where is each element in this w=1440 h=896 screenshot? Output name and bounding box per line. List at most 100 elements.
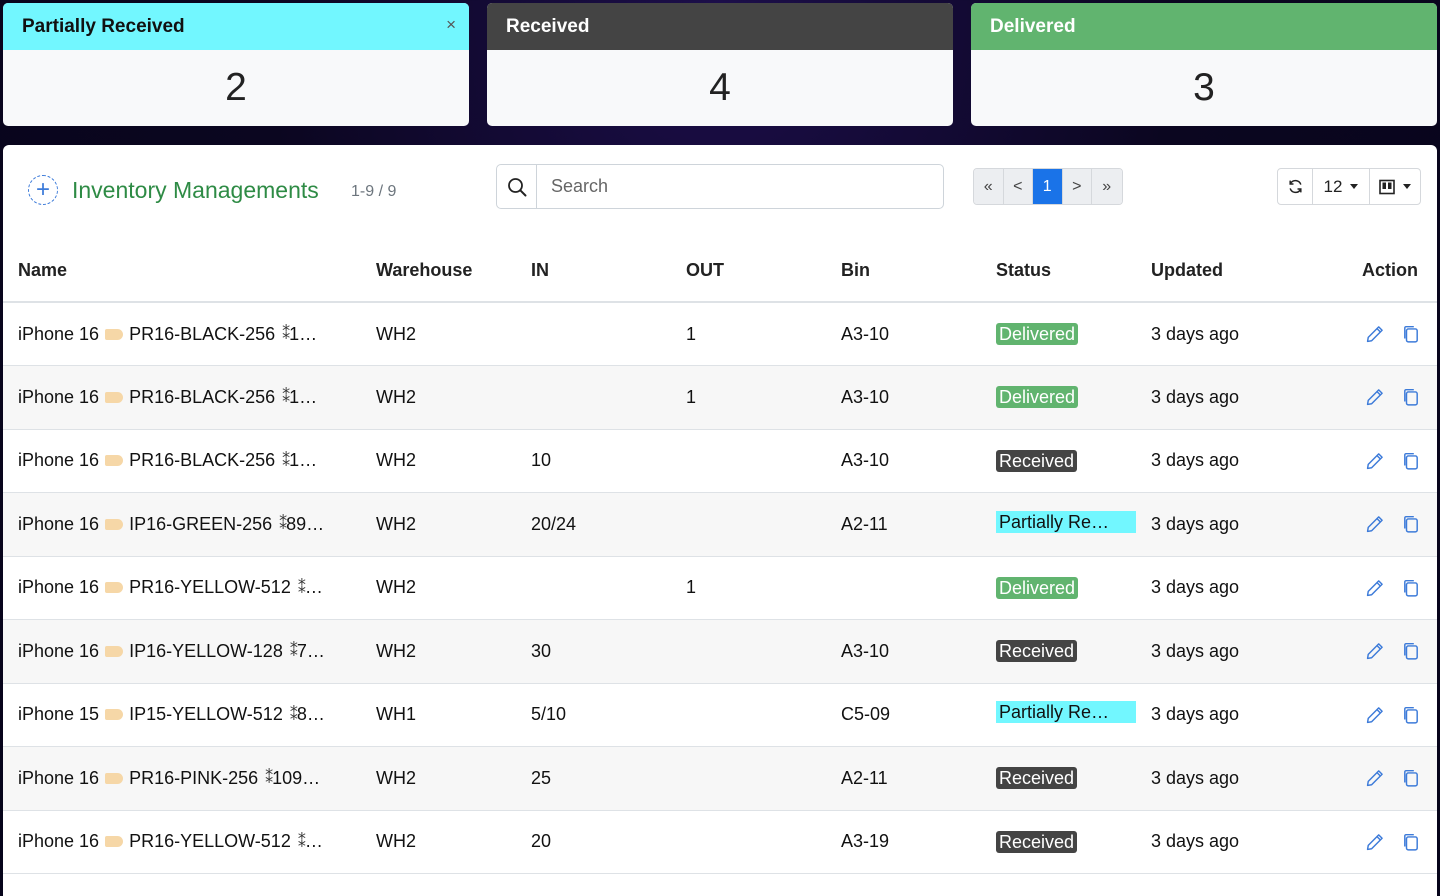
product-sku: PR16-PINK-256	[129, 767, 259, 788]
updated-cell: 3 days ago	[1136, 619, 1286, 684]
pencil-icon[interactable]	[1366, 579, 1384, 597]
table-tools: 12	[1277, 168, 1421, 205]
chevron-down-icon	[1350, 184, 1359, 189]
out-cell	[671, 429, 826, 493]
table-row[interactable]: iPhone 16 PR16-PINK-256 ⁑ 109… WH2 25 A2-11 Rec…	[3, 746, 1437, 811]
partially-received-card-header: Partially Received ×	[3, 3, 469, 50]
table-row[interactable]: iPhone 16 IP16-YELLOW-128 ⁑ 7… WH2 30 A3-10 Rec…	[3, 619, 1437, 684]
barcode-icon: ⁑	[289, 706, 298, 724]
product-code: 89…	[286, 513, 325, 534]
table-row[interactable]: iPhone 16 PR16-YELLOW-512 ⁑… WH2 1 Delivered 3…	[3, 556, 1437, 620]
table-row[interactable]: iPhone 16 PR16-YELLOW-512 ⁑… WH2 20 A3-19 Rece…	[3, 810, 1437, 874]
tag-icon	[105, 391, 124, 403]
column-header-name[interactable]: Name	[3, 240, 361, 303]
product-sku: PR16-YELLOW-512	[129, 831, 291, 852]
pencil-icon[interactable]	[1366, 706, 1384, 724]
status-cell: Received	[981, 810, 1136, 874]
pencil-icon[interactable]	[1366, 642, 1384, 660]
prev-page-button[interactable]: <	[1003, 169, 1033, 204]
barcode-icon: ⁑	[282, 452, 290, 470]
copy-icon[interactable]	[1402, 325, 1420, 343]
columns-icon	[1379, 179, 1395, 194]
product-model: iPhone 16	[18, 767, 100, 788]
partially-received-card[interactable]: Partially Received × 2	[3, 3, 469, 126]
current-page-button[interactable]: 1	[1033, 169, 1063, 204]
pencil-icon[interactable]	[1366, 325, 1384, 343]
column-header-updated[interactable]: Updated	[1136, 240, 1286, 303]
updated-cell: 3 days ago	[1136, 746, 1286, 811]
pencil-icon[interactable]	[1366, 833, 1384, 851]
warehouse-cell: WH2	[361, 365, 516, 430]
bin-cell: A3-10	[826, 365, 981, 430]
bin-cell: A3-10	[826, 429, 981, 493]
in-cell: 20	[516, 810, 671, 874]
close-icon[interactable]: ×	[446, 15, 456, 35]
name-cell: iPhone 15 IP15-YELLOW-512 ⁑ 8…	[3, 683, 361, 747]
table-row[interactable]: iPhone 16 PR16-BLACK-256 ⁑ 1… WH2 1 A3-10 Deliv…	[3, 365, 1437, 430]
updated-cell: 3 days ago	[1136, 302, 1286, 366]
refresh-icon[interactable]	[1278, 169, 1313, 204]
product-model: iPhone 15	[18, 704, 100, 725]
copy-icon[interactable]	[1402, 833, 1420, 851]
pencil-icon[interactable]	[1366, 769, 1384, 787]
copy-icon[interactable]	[1402, 579, 1420, 597]
copy-icon[interactable]	[1402, 515, 1420, 533]
status-badge: Partially Re…	[996, 510, 1136, 533]
copy-icon[interactable]	[1402, 452, 1420, 470]
plus-circle-icon[interactable]: +	[28, 175, 58, 205]
pencil-icon[interactable]	[1366, 388, 1384, 406]
column-header-in[interactable]: IN	[516, 240, 671, 303]
product-sku: PR16-BLACK-256	[129, 386, 276, 407]
product-sku: IP15-YELLOW-512	[129, 704, 283, 725]
tag-icon	[105, 836, 124, 848]
copy-icon[interactable]	[1402, 642, 1420, 660]
warehouse-cell: WH2	[361, 810, 516, 874]
copy-icon[interactable]	[1402, 388, 1420, 406]
updated-cell: 3 days ago	[1136, 683, 1286, 747]
copy-icon[interactable]	[1402, 706, 1420, 724]
product-code: 109…	[272, 767, 321, 788]
column-header-out[interactable]: OUT	[671, 240, 826, 303]
delivered-card[interactable]: Delivered 3	[971, 3, 1437, 126]
search-input[interactable]	[537, 165, 943, 208]
name-cell: iPhone 16 IP16-GREEN-256 ⁑ 89…	[3, 492, 361, 557]
in-cell	[516, 302, 671, 366]
table-row[interactable]: iPhone 15 IP15-YELLOW-512 ⁑ 8… WH1 5/10 C5-09 P…	[3, 683, 1437, 747]
product-code: 8…	[296, 704, 325, 725]
column-header-status[interactable]: Status	[981, 240, 1136, 303]
first-page-button[interactable]: «	[974, 169, 1004, 204]
last-page-button[interactable]: »	[1092, 169, 1122, 204]
table-row[interactable]: iPhone 16 IP16-GREEN-256 ⁑ 89… WH2 20/24 A2-11…	[3, 492, 1437, 557]
bin-cell: C5-09	[826, 683, 981, 747]
column-header-bin[interactable]: Bin	[826, 240, 981, 303]
search-box	[496, 164, 944, 209]
warehouse-cell: WH2	[361, 302, 516, 366]
pencil-icon[interactable]	[1366, 452, 1384, 470]
columns-menu-button[interactable]	[1370, 169, 1420, 204]
table-row[interactable]: iPhone 16 PR16-BLACK-256 ⁑ 1… WH2 10 A3-10 Rece…	[3, 429, 1437, 493]
status-badge: Received	[996, 449, 1078, 472]
product-code: 1…	[289, 450, 318, 471]
partially-received-count: 2	[225, 66, 247, 109]
action-cell	[1286, 619, 1437, 684]
search-icon[interactable]	[497, 165, 537, 208]
action-cell	[1286, 556, 1437, 620]
table-row[interactable]: iPhone 16 PR16-BLACK-256 ⁑ 1… WH2 1 A3-10 Deliv…	[3, 302, 1437, 366]
pencil-icon[interactable]	[1366, 515, 1384, 533]
next-page-button[interactable]: >	[1062, 169, 1092, 204]
table-header-row: Name Warehouse IN OUT Bin Status Updated…	[3, 240, 1437, 303]
page-size-select[interactable]: 12	[1313, 169, 1370, 204]
bin-cell: A2-11	[826, 746, 981, 811]
product-model: iPhone 16	[18, 577, 100, 598]
bin-cell: A2-11	[826, 492, 981, 557]
product-model: iPhone 16	[18, 640, 100, 661]
record-range: 1-9 / 9	[351, 183, 397, 200]
barcode-icon: ⁑	[265, 770, 273, 788]
column-header-warehouse[interactable]: Warehouse	[361, 240, 516, 303]
updated-cell: 3 days ago	[1136, 556, 1286, 620]
status-cell: Partially Re…	[981, 683, 1136, 747]
received-card[interactable]: Received 4	[487, 3, 953, 126]
copy-icon[interactable]	[1402, 769, 1420, 787]
action-cell	[1286, 492, 1437, 557]
name-cell: iPhone 16 PR16-PINK-256 ⁑ 109…	[3, 746, 361, 811]
